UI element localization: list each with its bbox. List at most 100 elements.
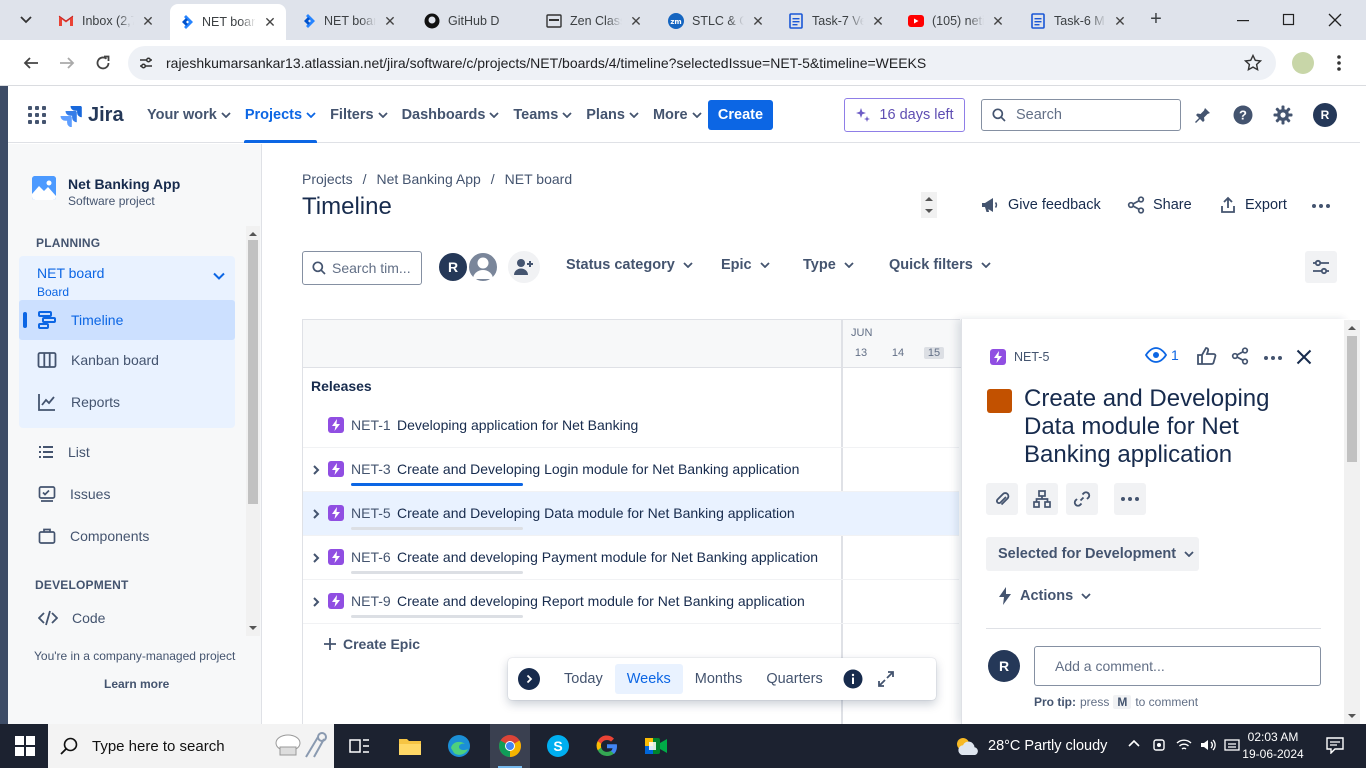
close-tab-icon[interactable]: ✕ [750, 13, 766, 29]
epic-row[interactable]: NET-6 Create and developing Payment modu… [303, 536, 959, 580]
chevron-right-icon[interactable] [310, 595, 322, 609]
zoom-months-button[interactable]: Months [683, 664, 755, 694]
link-issue-button[interactable] [1066, 483, 1098, 515]
actions-dropdown[interactable]: Actions [998, 587, 1091, 605]
browser-tab[interactable]: Task-6 M ✕ [1022, 6, 1136, 36]
epic-color-swatch[interactable] [987, 389, 1012, 413]
skype-icon[interactable]: S [545, 733, 571, 759]
zoom-quarters-button[interactable]: Quarters [754, 664, 834, 694]
help-icon[interactable]: ? [1231, 103, 1255, 127]
settings-gear-icon[interactable] [1271, 103, 1295, 127]
meet-now-icon[interactable] [1152, 738, 1166, 752]
language-icon[interactable] [1224, 739, 1240, 751]
nav-dashboards[interactable]: Dashboards [395, 87, 507, 143]
epic-filter[interactable]: Epic [721, 257, 770, 273]
back-icon[interactable] [20, 52, 42, 74]
file-explorer-icon[interactable] [397, 733, 423, 759]
vote-button[interactable] [1197, 347, 1217, 365]
quick-filters[interactable]: Quick filters [889, 257, 991, 273]
chevron-right-icon[interactable] [310, 463, 322, 477]
add-people-button[interactable] [508, 251, 540, 283]
watchers-button[interactable]: 1 [1145, 347, 1179, 363]
collapse-panel-icon[interactable] [518, 668, 540, 690]
epic-row[interactable]: NET-3 Create and Developing Login module… [303, 448, 959, 492]
issue-title[interactable]: Create and Developing Data module for Ne… [1024, 385, 1314, 469]
global-search-input[interactable]: Search [981, 99, 1181, 131]
trial-days-button[interactable]: 16 days left [844, 98, 965, 132]
sidebar-scrollbar[interactable] [246, 226, 260, 636]
nav-teams[interactable]: Teams [506, 87, 579, 143]
close-tab-icon[interactable]: ✕ [1112, 13, 1128, 29]
attach-button[interactable] [986, 483, 1018, 515]
sidebar-item-timeline[interactable]: Timeline [19, 300, 235, 340]
meet-icon[interactable] [643, 733, 669, 759]
status-category-filter[interactable]: Status category [566, 257, 693, 273]
minimize-icon[interactable] [1236, 10, 1256, 30]
google-icon[interactable] [594, 733, 620, 759]
sidebar-item-reports[interactable]: Reports [19, 382, 235, 422]
type-filter[interactable]: Type [803, 257, 854, 273]
nav-more[interactable]: More [646, 87, 709, 143]
epic-row[interactable]: NET-1 Developing application for Net Ban… [303, 404, 959, 448]
epic-row[interactable]: NET-9 Create and developing Report modul… [303, 580, 959, 624]
share-issue-button[interactable] [1231, 347, 1249, 365]
show-hidden-icons[interactable] [1128, 738, 1140, 750]
browser-tab[interactable]: GitHub D [416, 6, 528, 36]
close-tab-icon[interactable]: ✕ [262, 14, 278, 30]
profile-avatar[interactable] [1292, 52, 1314, 74]
info-icon[interactable] [835, 664, 869, 694]
zoom-today-button[interactable]: Today [552, 664, 615, 694]
browser-tab-active[interactable]: NET board ✕ [170, 4, 286, 40]
sidebar-item-kanban-board[interactable]: Kanban board [19, 340, 235, 380]
reload-icon[interactable] [92, 52, 114, 74]
view-settings-button[interactable] [1305, 251, 1337, 283]
maximize-icon[interactable] [1282, 10, 1302, 30]
close-tab-icon[interactable]: ✕ [628, 13, 644, 29]
sidebar-item-components[interactable]: Components [20, 516, 236, 556]
comment-input[interactable]: Add a comment... [1034, 646, 1321, 686]
zoom-weeks-button[interactable]: Weeks [614, 664, 683, 694]
app-switcher-icon[interactable] [28, 106, 46, 124]
timeline-search-input[interactable]: Search tim... [302, 251, 422, 285]
close-tab-icon[interactable]: ✕ [382, 13, 398, 29]
user-avatar[interactable]: R [1313, 103, 1337, 127]
new-tab-button[interactable]: + [1146, 9, 1166, 30]
issue-more-icon[interactable] [1263, 355, 1283, 361]
system-clock[interactable]: 02:03 AM 19-06-2024 [1242, 729, 1304, 763]
address-bar[interactable]: rajeshkumarsankar13.atlassian.net/jira/s… [128, 46, 1276, 80]
create-epic-button[interactable]: Create Epic [323, 636, 420, 652]
browser-menu-icon[interactable] [1330, 52, 1348, 74]
browser-tab[interactable]: Task-7 Ve ✕ [780, 6, 894, 36]
nav-projects[interactable]: Projects [238, 87, 323, 143]
chrome-icon[interactable] [497, 733, 523, 759]
more-panel-actions-icon[interactable] [1114, 483, 1146, 515]
browser-tab[interactable]: Inbox (2,7 ✕ [50, 6, 164, 36]
nav-filters[interactable]: Filters [323, 87, 395, 143]
sidebar-item-issues[interactable]: Issues [20, 474, 236, 514]
chevron-right-icon[interactable] [310, 551, 322, 565]
browser-tab[interactable]: Zen Class ✕ [538, 6, 652, 36]
nav-plans[interactable]: Plans [579, 87, 646, 143]
breadcrumb-board[interactable]: NET board [505, 171, 572, 187]
edge-icon[interactable] [446, 733, 472, 759]
fullscreen-icon[interactable] [869, 664, 903, 694]
nav-your-work[interactable]: Your work [140, 87, 238, 143]
export-button[interactable]: Export [1219, 196, 1287, 214]
forward-icon[interactable] [56, 52, 78, 74]
bookmark-star-icon[interactable] [1244, 54, 1262, 72]
close-window-icon[interactable] [1328, 10, 1348, 30]
issue-key-link[interactable]: NET-5 [990, 349, 1049, 365]
notifications-center-icon[interactable] [1326, 736, 1344, 754]
epic-row-selected[interactable]: NET-5 Create and Developing Data module … [303, 492, 959, 536]
board-switcher[interactable]: NET board [37, 265, 104, 281]
breadcrumb-project[interactable]: Net Banking App [376, 171, 480, 187]
windows-start-icon[interactable] [12, 733, 38, 759]
chevron-right-icon[interactable] [310, 507, 322, 521]
sidebar-item-list[interactable]: List [20, 432, 236, 472]
close-panel-icon[interactable] [1296, 349, 1312, 365]
assignee-filter-avatar[interactable]: R [437, 251, 469, 283]
taskbar-search-input[interactable]: Type here to search [48, 724, 334, 768]
close-tab-icon[interactable]: ✕ [990, 13, 1006, 29]
close-tab-icon[interactable]: ✕ [140, 13, 156, 29]
share-button[interactable]: Share [1127, 196, 1192, 214]
